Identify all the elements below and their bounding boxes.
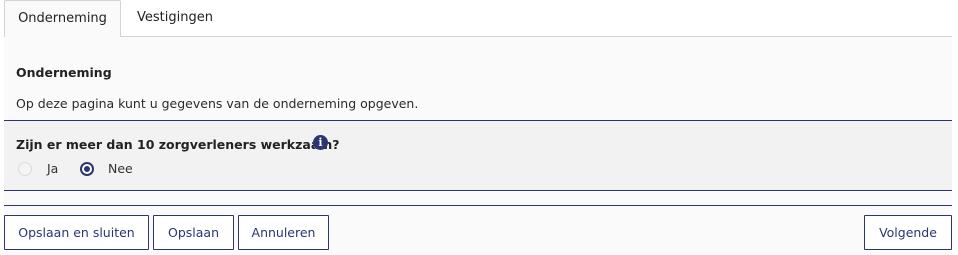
save-button[interactable]: Opslaan <box>153 215 234 250</box>
tab-panel: Onderneming Op deze pagina kunt u gegeve… <box>4 37 952 255</box>
radio-nee[interactable] <box>80 162 94 176</box>
tab-onderneming[interactable]: Onderneming <box>4 0 121 38</box>
next-button[interactable]: Volgende <box>864 215 952 250</box>
save-and-close-button[interactable]: Opslaan en sluiten <box>4 215 149 250</box>
divider <box>4 205 952 206</box>
radio-selected-dot <box>84 166 90 172</box>
tab-vestigingen[interactable]: Vestigingen <box>121 0 229 37</box>
tab-bar: Onderneming Vestigingen <box>4 0 952 38</box>
question-label: Zijn er meer dan 10 zorgverleners werkza… <box>16 137 340 152</box>
radio-ja-label[interactable]: Ja <box>47 161 58 176</box>
radio-nee-label[interactable]: Nee <box>108 161 133 176</box>
cancel-button[interactable]: Annuleren <box>238 215 329 250</box>
info-icon[interactable]: i <box>313 135 328 150</box>
section-title: Onderneming <box>16 65 112 80</box>
question-box: Zijn er meer dan 10 zorgverleners werkza… <box>4 120 952 191</box>
section-description: Op deze pagina kunt u gegevens van de on… <box>16 96 419 111</box>
radio-ja[interactable] <box>18 162 32 176</box>
